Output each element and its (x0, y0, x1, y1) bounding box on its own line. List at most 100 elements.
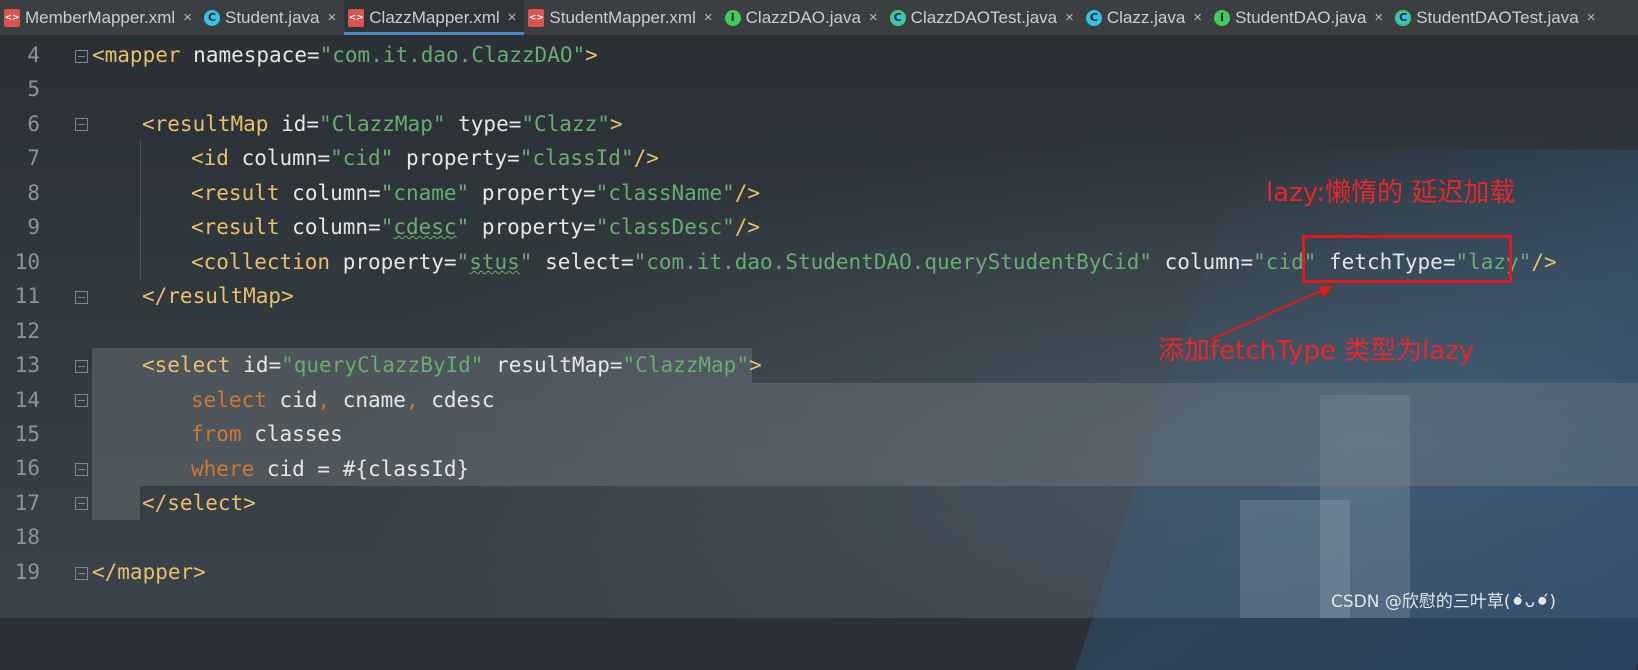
watermark: CSDN @欣慰的三叶草(⚫︎̀ᴗ⚫︎́) (1330, 592, 1556, 612)
attr-name: column (292, 181, 369, 205)
close-icon[interactable]: × (508, 9, 517, 26)
interface-icon: I (724, 9, 741, 26)
attr-value: "cname" (380, 181, 470, 205)
tag-close: /> (734, 215, 761, 239)
line-number: 17 (14, 490, 40, 515)
line-number: 7 (27, 146, 40, 171)
code-line-11[interactable]: </resultMap> (142, 279, 294, 314)
attr-name: namespace (193, 43, 307, 67)
close-icon[interactable]: × (869, 9, 878, 26)
tab-clazz-java[interactable]: C Clazz.java × (1082, 0, 1210, 35)
tab-studentdaotest-java[interactable]: C StudentDAOTest.java × (1391, 0, 1603, 35)
fold-marker[interactable] (75, 50, 88, 63)
equals: = (317, 146, 331, 170)
code-line-6[interactable]: <resultMap id="ClazzMap" type="Clazz"> (142, 107, 623, 142)
fold-marker[interactable] (75, 463, 88, 476)
sql-text: cname (330, 388, 406, 412)
fold-marker[interactable] (75, 291, 88, 304)
attr-name: property (342, 250, 444, 274)
code-line-13[interactable]: <select id="queryClazzById" resultMap="C… (142, 348, 762, 383)
equals: = (507, 146, 520, 170)
close-icon[interactable]: × (704, 9, 713, 26)
attr-name: column (1164, 250, 1241, 274)
code-line-16[interactable]: where cid = #{classId} (191, 452, 469, 487)
code-line-9[interactable]: <result column="cdesc" property="classDe… (191, 210, 760, 245)
tag-close: </resultMap> (142, 284, 294, 308)
equals: = (368, 181, 381, 205)
attr-value-quote: " (456, 215, 470, 239)
fold-marker[interactable] (75, 394, 88, 407)
code-line-14[interactable]: select cid, cname, cdesc (191, 383, 494, 418)
interface-icon: I (1214, 9, 1231, 26)
sql-text: cdesc (418, 388, 495, 412)
attr-value-quote: " (519, 250, 533, 274)
code-line-17[interactable]: </select> (142, 486, 256, 521)
close-icon[interactable]: × (1374, 9, 1383, 26)
attr-name: property (481, 215, 584, 239)
equals: = (306, 112, 320, 136)
attr-value-quote: " (456, 250, 470, 274)
tag-close: /> (734, 181, 761, 205)
tab-clazzmapper-xml[interactable]: <> ClazzMapper.xml × (344, 0, 525, 35)
line-number: 12 (14, 318, 40, 343)
equals: = (508, 112, 522, 136)
tab-student-java[interactable]: C Student.java × (200, 0, 344, 35)
attr-name: column (292, 215, 369, 239)
tab-studentmapper-xml[interactable]: <> StudentMapper.xml × (524, 0, 720, 35)
tab-label: ClazzDAO.java (745, 7, 861, 27)
close-icon[interactable]: × (328, 9, 337, 26)
fold-marker[interactable] (75, 360, 88, 373)
line-number: 19 (14, 559, 40, 584)
fold-marker[interactable] (75, 118, 88, 131)
tag-open: <id (191, 146, 229, 170)
attr-name: type (458, 112, 509, 136)
code-line-15[interactable]: from classes (191, 417, 343, 452)
attr-value-quote: " (380, 215, 394, 239)
test-class-icon: C (889, 9, 906, 26)
sql-text: classes (241, 422, 343, 446)
tag-close: > (585, 43, 598, 67)
line-number: 14 (14, 387, 40, 412)
close-icon[interactable]: × (1065, 9, 1074, 26)
sql-comma: , (405, 388, 419, 412)
tab-clazzdaotest-java[interactable]: C ClazzDAOTest.java × (886, 0, 1082, 35)
line-number: 5 (27, 77, 40, 102)
equals: = (268, 353, 282, 377)
equals: = (583, 181, 596, 205)
tab-studentdao-java[interactable]: I StudentDAO.java × (1210, 0, 1391, 35)
tag-open: <result (191, 181, 280, 205)
attr-name: property (481, 181, 584, 205)
code-line-7[interactable]: <id column="cid" property="classId"/> (191, 141, 659, 176)
tab-clazzdao-java[interactable]: I ClazzDAO.java × (721, 0, 886, 35)
attr-value: "className" (595, 181, 735, 205)
attr-value: "cid" (330, 146, 394, 170)
attr-name: property (405, 146, 508, 170)
test-class-icon: C (1395, 9, 1412, 26)
code-line-19[interactable]: </mapper> (92, 555, 206, 590)
indent-guide (140, 140, 141, 280)
fold-marker[interactable] (75, 497, 88, 510)
sql-keyword: select (191, 388, 267, 412)
tab-label: Student.java (224, 7, 320, 27)
attr-value: "Clazz" (521, 112, 610, 136)
line-number: 9 (27, 215, 40, 240)
code-line-8[interactable]: <result column="cname" property="classNa… (191, 176, 760, 211)
tag-open: <result (191, 215, 280, 239)
tag-close: > (748, 353, 762, 377)
tab-label: StudentDAO.java (1235, 7, 1367, 27)
attr-value: "ClazzMap" (319, 112, 446, 136)
fold-marker[interactable] (75, 567, 88, 580)
line-number: 16 (14, 456, 40, 481)
xml-file-icon: <> (348, 8, 365, 27)
line-number: 4 (27, 43, 40, 67)
code-line-4[interactable]: <mapper namespace="com.it.dao.ClazzDAO"> (92, 38, 598, 73)
tab-label: StudentMapper.xml (549, 7, 696, 27)
tab-membermapper-xml[interactable]: <> MemberMapper.xml × (0, 0, 200, 35)
close-icon[interactable]: × (1587, 9, 1596, 26)
editor-tab-bar: <> MemberMapper.xml × C Student.java × <> Clazz… (0, 0, 1638, 36)
close-icon[interactable]: × (183, 9, 192, 26)
sql-comma: , (317, 388, 331, 412)
xml-file-icon: <> (528, 8, 545, 27)
equals: = (443, 250, 457, 274)
close-icon[interactable]: × (1193, 9, 1202, 26)
